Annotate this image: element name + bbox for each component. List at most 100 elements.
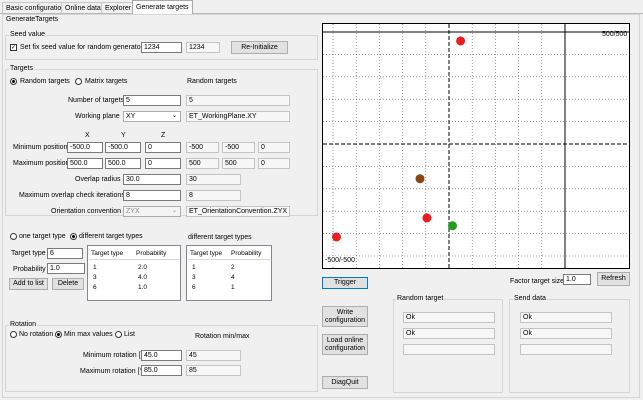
random-target-status-1: Ok [403,312,495,323]
seed-input[interactable]: 1234 [141,42,182,53]
list-item[interactable]: 1 [93,264,97,271]
different-target-types-display: different target types [188,234,252,241]
min-position-label: Minimum position [13,144,68,151]
list-header-probability: Probability [136,250,167,257]
list-item[interactable]: 1.0 [138,284,147,291]
max-iterations-label: Maximum overlap check iterations [19,192,125,199]
load-online-configuration-button[interactable]: Load online configuration [322,334,368,355]
min-y-display: -500 [222,142,255,153]
target-point [331,232,341,242]
write-configuration-button[interactable]: Write configuration [322,306,368,327]
no-rotation-radio[interactable] [10,331,17,338]
diagquit-button[interactable]: DiagQuit [322,376,368,389]
orientation-label: Orientation convention [51,208,122,215]
list-item: 1 [192,264,196,271]
matrix-targets-radio[interactable] [75,78,82,85]
min-x-input[interactable]: -500.0 [67,142,103,153]
max-x-display: 500 [186,158,219,169]
list-item[interactable]: 6 [93,284,97,291]
min-z-display: 0 [258,142,290,153]
probability-input[interactable]: 1.0 [47,263,85,274]
max-z-input[interactable]: 0 [145,158,181,169]
min-z-input[interactable]: 0 [145,142,181,153]
max-iterations-input[interactable]: 8 [123,190,181,201]
max-z-display: 0 [258,158,290,169]
num-targets-label: Number of targets [68,97,125,104]
add-to-list-button[interactable]: Add to list [9,278,48,290]
min-y-input[interactable]: -500.0 [105,142,141,153]
col-y-label: Y [121,132,126,139]
min-x-display: -500 [186,142,219,153]
max-rotation-label: Maximum rotation [°] [80,368,145,375]
min-max-values-radio[interactable] [55,331,62,338]
plot-top-right-label: 500/500 [602,31,628,38]
orientation-value: ZYX [126,208,140,215]
factor-target-size-label: Factor target size [510,278,565,285]
list-item: 1 [231,284,235,291]
one-target-type-label: one target type [19,233,66,240]
max-rotation-display: 85 [186,365,241,376]
tab-bar: Basic configurations Online data Explore… [0,0,643,14]
working-plane-value: XY [126,113,136,120]
overlap-radius-input[interactable]: 30.0 [123,174,181,185]
list-item: 3 [192,274,196,281]
matrix-targets-label: Matrix targets [85,78,128,85]
max-y-display: 500 [222,158,255,169]
factor-target-size-input[interactable]: 1.0 [563,274,591,285]
max-x-input[interactable]: 500.0 [67,158,103,169]
target-point [422,213,432,223]
num-targets-input[interactable]: 5 [123,95,181,106]
list-item: 4 [231,274,235,281]
target-plot[interactable] [322,23,630,269]
one-target-type-radio[interactable] [10,233,17,240]
target-type-list[interactable]: Target type Probability 1 2.0 3 4.0 6 1.… [87,245,181,301]
orientation-select[interactable]: ZYX ⌄ [123,206,181,217]
display-header-divider [188,259,270,260]
tab-online-data[interactable]: Online data [61,2,105,13]
delete-button[interactable]: Delete [52,278,84,290]
target-point [456,36,466,46]
send-data-status-1: Ok [520,312,612,323]
random-targets-radio[interactable] [10,78,17,85]
fix-seed-checkbox[interactable]: ✓ [10,44,17,51]
target-type-label: Target type [11,250,46,257]
random-target-title: Random target [396,294,445,303]
list-header-divider [89,259,179,260]
seed-display: 1234 [186,42,220,53]
col-x-label: X [85,132,90,139]
orientation-display: ET_OrientationConvention.ZYX [186,206,290,217]
working-plane-label: Working plane [75,113,120,120]
working-plane-select[interactable]: XY ⌄ [123,111,181,122]
col-z-label: Z [161,132,166,139]
rotation-title: Rotation [9,320,38,329]
target-type-display-list: Target type Probability 1 2 3 4 6 1 [186,245,272,301]
max-y-input[interactable]: 500.0 [105,158,141,169]
no-rotation-label: No rotation [19,331,54,338]
working-plane-display: ET_WorkingPlane.XY [186,111,290,122]
rotation-list-radio[interactable] [115,331,122,338]
refresh-button[interactable]: Refresh [597,272,630,286]
send-data-status-3 [520,344,612,355]
min-rotation-label: Minimum rotation [°] [83,352,146,359]
max-position-label: Maximum position [13,160,70,167]
max-iterations-display: 8 [186,190,241,201]
tab-explorer[interactable]: Explorer [101,2,136,13]
min-max-values-label: Min max values [64,331,113,338]
random-targets-label: Random targets [20,78,70,85]
rotation-list-label: List [124,331,135,338]
probability-label: Probability [13,266,46,273]
reinitialize-button[interactable]: Re-Initialize [231,41,288,54]
send-data-status-2: Ok [520,328,612,339]
tab-generate-targets[interactable]: Generate targets [132,0,193,14]
min-rotation-input[interactable]: 45.0 [141,350,182,361]
target-type-input[interactable]: 6 [47,248,83,259]
different-target-types-radio[interactable] [70,233,77,240]
min-rotation-display: 45 [186,350,241,361]
display-header-type: Target type [190,250,223,257]
max-rotation-input[interactable]: 85.0 [141,365,182,376]
trigger-button[interactable]: Trigger [322,277,368,289]
list-item[interactable]: 4.0 [138,274,147,281]
list-item[interactable]: 2.0 [138,264,147,271]
list-item[interactable]: 3 [93,274,97,281]
random-target-status-2: Ok [403,328,495,339]
